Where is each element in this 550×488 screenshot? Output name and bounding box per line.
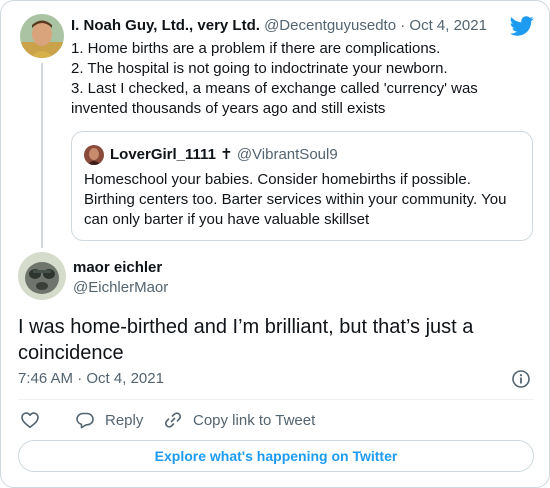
quoted-text-line: Homeschool your babies. Consider homebir… (84, 171, 471, 188)
speech-bubble-icon (76, 412, 94, 429)
thread-connector-line (41, 63, 43, 248)
parent-tweet-header: I. Noah Guy, Ltd., very Ltd. @Decentguyu… (71, 16, 487, 36)
tweet-text-line: coincidence (18, 342, 124, 364)
copy-link-button[interactable]: Copy link to Tweet (163, 409, 315, 431)
explore-twitter-button[interactable]: Explore what's happening on Twitter (18, 440, 534, 472)
embedded-tweet-card: I. Noah Guy, Ltd., very Ltd. @Decentguyu… (0, 0, 550, 488)
parent-text-line: 1. Home births are a problem if there ar… (71, 40, 441, 57)
tweet-text: I was home-birthed and I’m brilliant, bu… (18, 314, 538, 366)
parent-text-line: invented thousands of years ago and stil… (71, 100, 386, 117)
tweet-author-handle[interactable]: @EichlerMaor (73, 278, 168, 298)
parent-separator: · (400, 17, 406, 34)
parent-tweet-text: 1. Home births are a problem if there ar… (71, 39, 541, 119)
tweet-actions: Reply Copy link to Tweet (18, 409, 538, 431)
quoted-author-name: LoverGirl_1111 ✝ (110, 146, 233, 163)
reply-button[interactable]: Reply (75, 409, 143, 431)
quoted-text-line: Birthing centers too. Barter services wi… (84, 191, 507, 208)
quoted-author-avatar (84, 145, 104, 165)
tweet-timestamp[interactable]: 7:46 AM · Oct 4, 2021 (18, 369, 164, 389)
parent-text-line: 3. Last I checked, a means of exchange c… (71, 80, 478, 97)
quoted-tweet-header: LoverGirl_1111 ✝ @VibrantSoul9 (110, 145, 338, 165)
tweet-author-avatar[interactable] (18, 252, 66, 300)
copy-link-label: Copy link to Tweet (193, 411, 316, 429)
info-icon[interactable] (511, 369, 531, 389)
reply-label: Reply (105, 411, 144, 429)
tweet-date: Oct 4, 2021 (86, 370, 164, 387)
quoted-text-line: can only barter if you have valuable ski… (84, 211, 370, 228)
tweet-time: 7:46 AM (18, 370, 74, 387)
parent-author-name[interactable]: I. Noah Guy, Ltd., very Ltd. (71, 17, 260, 34)
heart-icon (21, 412, 39, 428)
tweet-author-name[interactable]: maor eichler (73, 258, 162, 278)
parent-author-avatar[interactable] (20, 14, 64, 58)
parent-text-line: 2. The hospital is not going to indoctri… (71, 60, 448, 77)
link-icon (164, 412, 182, 428)
parent-author-handle[interactable]: @Decentguyusedto (264, 17, 396, 34)
twitter-bird-icon[interactable] (509, 16, 534, 36)
quoted-author-handle: @VibrantSoul9 (236, 146, 338, 163)
quoted-tweet[interactable]: LoverGirl_1111 ✝ @VibrantSoul9 Homeschoo… (71, 131, 533, 241)
parent-tweet-date[interactable]: Oct 4, 2021 (409, 17, 487, 34)
quoted-tweet-text: Homeschool your babies. Consider homebir… (84, 170, 524, 230)
actions-divider (18, 399, 534, 400)
tweet-meta-separator: · (77, 370, 83, 387)
like-button[interactable] (20, 409, 50, 431)
tweet-text-line: I was home-birthed and I’m brilliant, bu… (18, 316, 474, 338)
